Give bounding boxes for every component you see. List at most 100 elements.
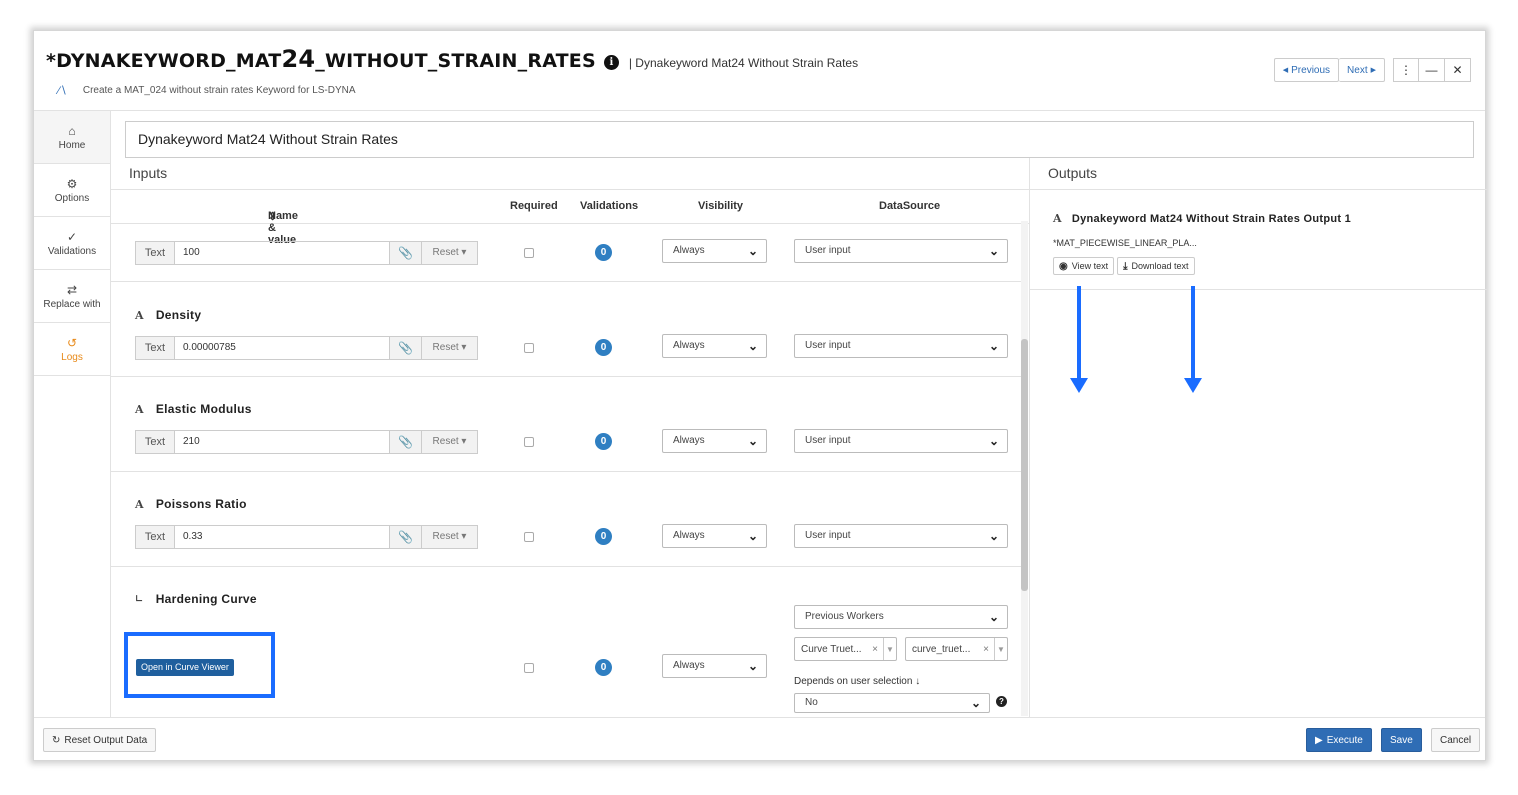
cancel-button[interactable]: Cancel — [1431, 728, 1481, 752]
curve-output-select[interactable]: curve_truet... × ▼ — [905, 637, 1008, 661]
more-icon[interactable]: ⋮ — [1393, 58, 1419, 82]
workflow-name-input[interactable]: Dynakeyword Mat24 Without Strain Rates — [125, 121, 1474, 158]
annotation-arrow-down — [1070, 286, 1088, 393]
lsdyna-icon: ∕∖ — [58, 85, 67, 97]
sidebar-item-validations[interactable]: ✓ Validations — [34, 217, 110, 270]
type-label: Text — [135, 241, 175, 265]
required-checkbox[interactable] — [524, 343, 534, 353]
refresh-icon: ↻ — [52, 734, 61, 746]
value-input[interactable]: 0.00000785 — [175, 336, 390, 360]
info-icon[interactable]: i — [603, 55, 619, 70]
view-text-button[interactable]: ◉ View text — [1053, 257, 1115, 275]
inputs-title: Inputs — [111, 158, 1029, 190]
datasource-select[interactable]: User input ⌄ — [794, 334, 1008, 358]
title-suffix: _WITHOUT_STRAIN_RATES — [315, 50, 596, 72]
value-input[interactable]: 210 — [175, 430, 390, 454]
chevron-down-icon: ⌄ — [747, 244, 758, 258]
paperclip-icon[interactable]: 📎 — [390, 241, 422, 265]
validations-count-badge[interactable]: 0 — [595, 244, 612, 261]
visibility-select[interactable]: Always ⌄ — [662, 654, 767, 678]
datasource-select[interactable]: Previous Workers ⌄ — [794, 605, 1008, 629]
title-prefix: *DYNAKEYWORD_MAT — [46, 50, 282, 72]
curve-source-select[interactable]: Curve Truet... × ▼ — [794, 637, 897, 661]
save-button[interactable]: Save — [1381, 728, 1422, 752]
type-label: Text — [135, 430, 175, 454]
datasource-select[interactable]: User input ⌄ — [794, 524, 1008, 548]
swap-icon: ⇄ — [66, 282, 78, 297]
value-control: Text 0.00000785 📎 Reset ▾ — [135, 336, 478, 360]
inputs-column-header: Name & value ⇕ Required Validations Visi… — [111, 190, 1029, 246]
validations-count-badge[interactable]: 0 — [595, 339, 612, 356]
chart-line-icon: ∟ — [135, 593, 144, 605]
close-icon[interactable]: ✕ — [1445, 58, 1471, 82]
paperclip-icon[interactable]: 📎 — [390, 336, 422, 360]
datasource-select[interactable]: User input ⌄ — [794, 239, 1008, 263]
depends-select[interactable]: No ⌄ — [794, 693, 990, 713]
visibility-select[interactable]: Always ⌄ — [662, 524, 767, 548]
home-icon: ⌂ — [68, 123, 76, 138]
reset-dropdown[interactable]: Reset ▾ — [422, 336, 478, 360]
remove-icon[interactable]: × — [983, 644, 989, 655]
visibility-select[interactable]: Always ⌄ — [662, 429, 767, 453]
type-label: Text — [135, 525, 175, 549]
output-item-title: A Dynakeyword Mat24 Without Strain Rates … — [1053, 212, 1352, 225]
input-row: A Poissons Ratio Text 0.33 📎 Reset ▾ 0 Al… — [111, 472, 1021, 567]
field-label: A Elastic Modulus — [135, 402, 252, 416]
validations-count-badge[interactable]: 0 — [595, 528, 612, 545]
chevron-down-icon: ⌄ — [988, 434, 999, 448]
validations-count-badge[interactable]: 0 — [595, 433, 612, 450]
download-text-button[interactable]: ⤓ Download text — [1117, 257, 1195, 275]
dialog-footer: ↻ Reset Output Data ▶ Execute Save Cancel — [34, 717, 1485, 762]
input-row: Text 100 📎 Reset ▾ 0 Always ⌄ User input ⌄ — [111, 224, 1021, 282]
sidebar-item-replace-with[interactable]: ⇄ Replace with — [34, 270, 110, 323]
required-checkbox[interactable] — [524, 532, 534, 542]
value-input[interactable]: 0.33 — [175, 525, 390, 549]
validations-count-badge[interactable]: 0 — [595, 659, 612, 676]
inputs-scrollbar[interactable] — [1021, 221, 1028, 716]
column-validations: Validations — [580, 200, 639, 212]
visibility-select[interactable]: Always ⌄ — [662, 334, 767, 358]
value-control: Text 100 📎 Reset ▾ — [135, 241, 478, 265]
required-checkbox[interactable] — [524, 437, 534, 447]
divider — [1030, 289, 1487, 290]
history-icon: ↺ — [66, 335, 78, 350]
chevron-down-icon: ⌄ — [988, 339, 999, 353]
datasource-select[interactable]: User input ⌄ — [794, 429, 1008, 453]
caret-left-icon: ◀ — [1282, 67, 1289, 74]
value-input[interactable]: 100 — [175, 241, 390, 265]
paperclip-icon[interactable]: 📎 — [390, 430, 422, 454]
title-number: 24 — [281, 45, 316, 73]
chevron-down-icon: ⌄ — [970, 696, 981, 710]
sort-icon: ⇕ — [268, 211, 278, 223]
reset-dropdown[interactable]: Reset ▾ — [422, 241, 478, 265]
required-checkbox[interactable] — [524, 663, 534, 673]
value-control: Text 0.33 📎 Reset ▾ — [135, 525, 478, 549]
paperclip-icon[interactable]: 📎 — [390, 525, 422, 549]
visibility-select[interactable]: Always ⌄ — [662, 239, 767, 263]
description: ∕∖ Create a MAT_024 without strain rates… — [58, 84, 356, 97]
annotation-arrow-down — [1184, 286, 1202, 393]
execute-button[interactable]: ▶ Execute — [1306, 728, 1372, 752]
input-row: A Elastic Modulus Text 210 📎 Reset ▾ 0 Al… — [111, 377, 1021, 472]
caret-right-icon: ▶ — [1370, 67, 1376, 74]
help-icon[interactable]: ? — [996, 696, 1007, 707]
output-item-text: *MAT_PIECEWISE_LINEAR_PLA... — [1053, 238, 1197, 248]
text-type-icon: A — [1053, 212, 1062, 225]
sidebar-item-options[interactable]: ⚙ Options — [34, 164, 110, 217]
field-label: ∟ Hardening Curve — [135, 592, 257, 606]
remove-icon[interactable]: × — [872, 644, 878, 655]
previous-button[interactable]: ◀ Previous — [1273, 58, 1340, 82]
field-label: A Density — [135, 308, 202, 322]
sidebar-item-logs[interactable]: ↺ Logs — [34, 323, 110, 376]
reset-output-data-button[interactable]: ↻ Reset Output Data — [43, 728, 157, 752]
chevron-down-icon: ▼ — [883, 638, 896, 660]
pager: ◀ Previous Next ▶ — [1273, 58, 1385, 82]
minimize-icon[interactable]: — — [1419, 58, 1445, 82]
required-checkbox[interactable] — [524, 248, 534, 258]
reset-dropdown[interactable]: Reset ▾ — [422, 430, 478, 454]
sidebar-item-home[interactable]: ⌂ Home — [34, 111, 110, 164]
chevron-down-icon: ▼ — [994, 638, 1007, 660]
next-button[interactable]: Next ▶ — [1339, 58, 1385, 82]
scrollbar-thumb[interactable] — [1021, 339, 1028, 591]
reset-dropdown[interactable]: Reset ▾ — [422, 525, 478, 549]
